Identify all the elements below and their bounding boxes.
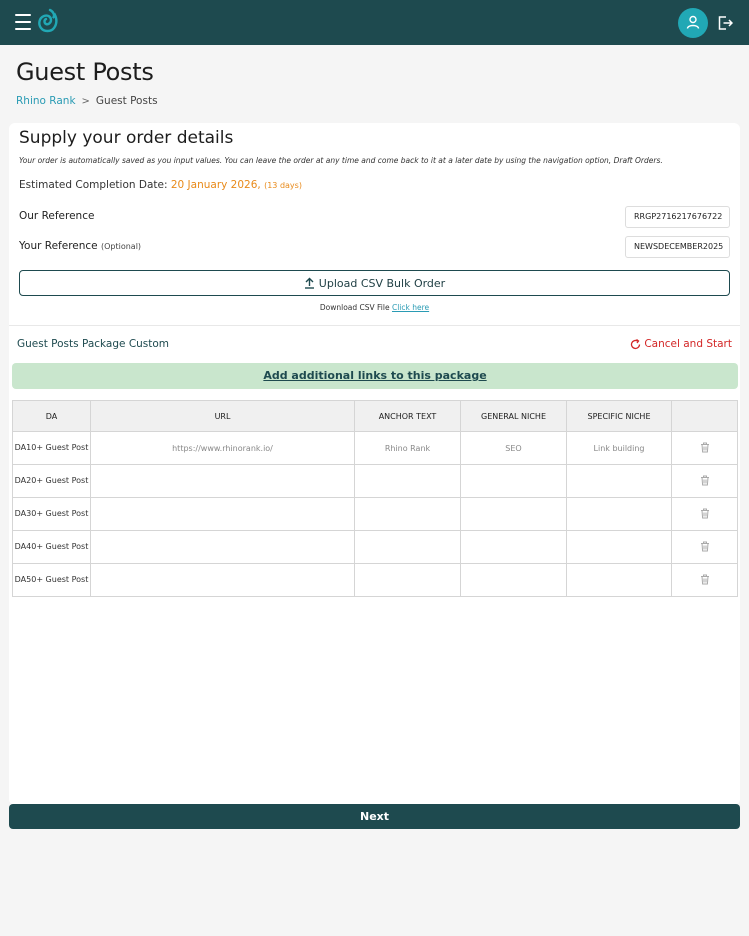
order-subtitle: Your order is automatically saved as you…	[19, 156, 663, 165]
table-header-row: DA URL ANCHOR TEXT GENERAL NICHE SPECIFI…	[12, 400, 738, 432]
optional-tag: (Optional)	[100, 242, 142, 251]
url-cell[interactable]	[90, 563, 355, 597]
general-niche-cell[interactable]	[460, 497, 567, 531]
trash-icon[interactable]	[700, 475, 710, 486]
delete-cell[interactable]	[671, 530, 738, 564]
download-link[interactable]: Click here	[392, 303, 429, 312]
anchor-cell[interactable]	[354, 497, 461, 531]
col-header-actions	[671, 400, 738, 432]
col-header-specific-niche: SPECIFIC NICHE	[566, 400, 672, 432]
url-cell[interactable]	[90, 530, 355, 564]
breadcrumb-home[interactable]: Rhino Rank	[16, 95, 76, 107]
breadcrumb-current: Guest Posts	[95, 95, 158, 107]
our-reference-label: Our Reference	[19, 210, 95, 222]
url-cell[interactable]	[90, 464, 355, 498]
table-row: DA30+ Guest Post	[12, 497, 738, 531]
general-niche-cell[interactable]: SEO	[460, 431, 567, 465]
your-reference-field[interactable]: NEWSDECEMBER2025	[625, 236, 730, 258]
col-header-url: URL	[90, 400, 355, 432]
da-cell: DA40+ Guest Post	[12, 530, 91, 564]
breadcrumb: Rhino Rank > Guest Posts	[16, 95, 158, 107]
user-avatar[interactable]	[678, 8, 708, 38]
general-niche-cell[interactable]	[460, 530, 567, 564]
delete-cell[interactable]	[671, 563, 738, 597]
cancel-label: Cancel and Start	[644, 338, 732, 350]
col-header-da: DA	[12, 400, 91, 432]
upload-icon	[304, 277, 314, 289]
upload-csv-button[interactable]: Upload CSV Bulk Order	[19, 270, 730, 296]
table-row: DA20+ Guest Post	[12, 464, 738, 498]
specific-niche-cell[interactable]: Link building	[566, 431, 672, 465]
est-date: 20 January 2026,	[170, 179, 261, 191]
our-reference-field[interactable]: RRGP2716217676722	[625, 206, 730, 228]
specific-niche-cell[interactable]	[566, 497, 672, 531]
add-links-button[interactable]: Add additional links to this package	[12, 363, 738, 389]
next-button[interactable]: Next	[9, 804, 740, 829]
cancel-and-start-button[interactable]: Cancel and Start	[630, 338, 732, 350]
refresh-icon	[631, 338, 641, 349]
da-cell: DA50+ Guest Post	[12, 563, 91, 597]
specific-niche-cell[interactable]	[566, 530, 672, 564]
logout-icon[interactable]	[717, 15, 733, 31]
download-csv: Download CSV File Click here	[9, 303, 740, 312]
general-niche-cell[interactable]	[460, 563, 567, 597]
estimated-completion: Estimated Completion Date: 20 January 20…	[19, 179, 302, 191]
breadcrumb-separator: >	[81, 95, 90, 107]
upload-label: Upload CSV Bulk Order	[318, 276, 446, 290]
anchor-cell[interactable]	[354, 563, 461, 597]
your-reference-label: Your Reference	[19, 240, 98, 252]
url-cell[interactable]: https://www.rhinorank.io/	[90, 431, 355, 465]
specific-niche-cell[interactable]	[566, 464, 672, 498]
specific-niche-cell[interactable]	[566, 563, 672, 597]
download-text: Download CSV File	[319, 303, 390, 312]
top-navbar	[0, 0, 749, 45]
delete-cell[interactable]	[671, 431, 738, 465]
page-title: Guest Posts	[16, 58, 154, 86]
links-table: DA URL ANCHOR TEXT GENERAL NICHE SPECIFI…	[12, 400, 738, 597]
delete-cell[interactable]	[671, 464, 738, 498]
url-cell[interactable]	[90, 497, 355, 531]
order-title: Supply your order details	[19, 128, 234, 148]
trash-icon[interactable]	[700, 574, 710, 585]
section-divider	[9, 325, 740, 326]
da-cell: DA10+ Guest Post	[12, 431, 91, 465]
col-header-general-niche: GENERAL NICHE	[460, 400, 567, 432]
general-niche-cell[interactable]	[460, 464, 567, 498]
user-icon	[686, 15, 700, 29]
package-title: Guest Posts Package Custom	[17, 338, 170, 350]
trash-icon[interactable]	[700, 541, 710, 552]
anchor-cell[interactable]	[354, 464, 461, 498]
anchor-cell[interactable]: Rhino Rank	[354, 431, 461, 465]
table-row: DA50+ Guest Post	[12, 563, 738, 597]
trash-icon[interactable]	[700, 442, 710, 453]
col-header-anchor: ANCHOR TEXT	[354, 400, 461, 432]
hamburger-icon[interactable]	[15, 14, 31, 31]
delete-cell[interactable]	[671, 497, 738, 531]
order-card: Supply your order details Your order is …	[9, 123, 740, 805]
your-reference-row: Your Reference (Optional)	[19, 240, 141, 252]
est-days: (13 days)	[264, 181, 302, 190]
da-cell: DA20+ Guest Post	[12, 464, 91, 498]
table-row: DA40+ Guest Post	[12, 530, 738, 564]
anchor-cell[interactable]	[354, 530, 461, 564]
table-row: DA10+ Guest Post https://www.rhinorank.i…	[12, 431, 738, 465]
est-label: Estimated Completion Date:	[19, 179, 168, 191]
trash-icon[interactable]	[700, 508, 710, 519]
da-cell: DA30+ Guest Post	[12, 497, 91, 531]
brand-logo-icon[interactable]	[36, 8, 58, 34]
